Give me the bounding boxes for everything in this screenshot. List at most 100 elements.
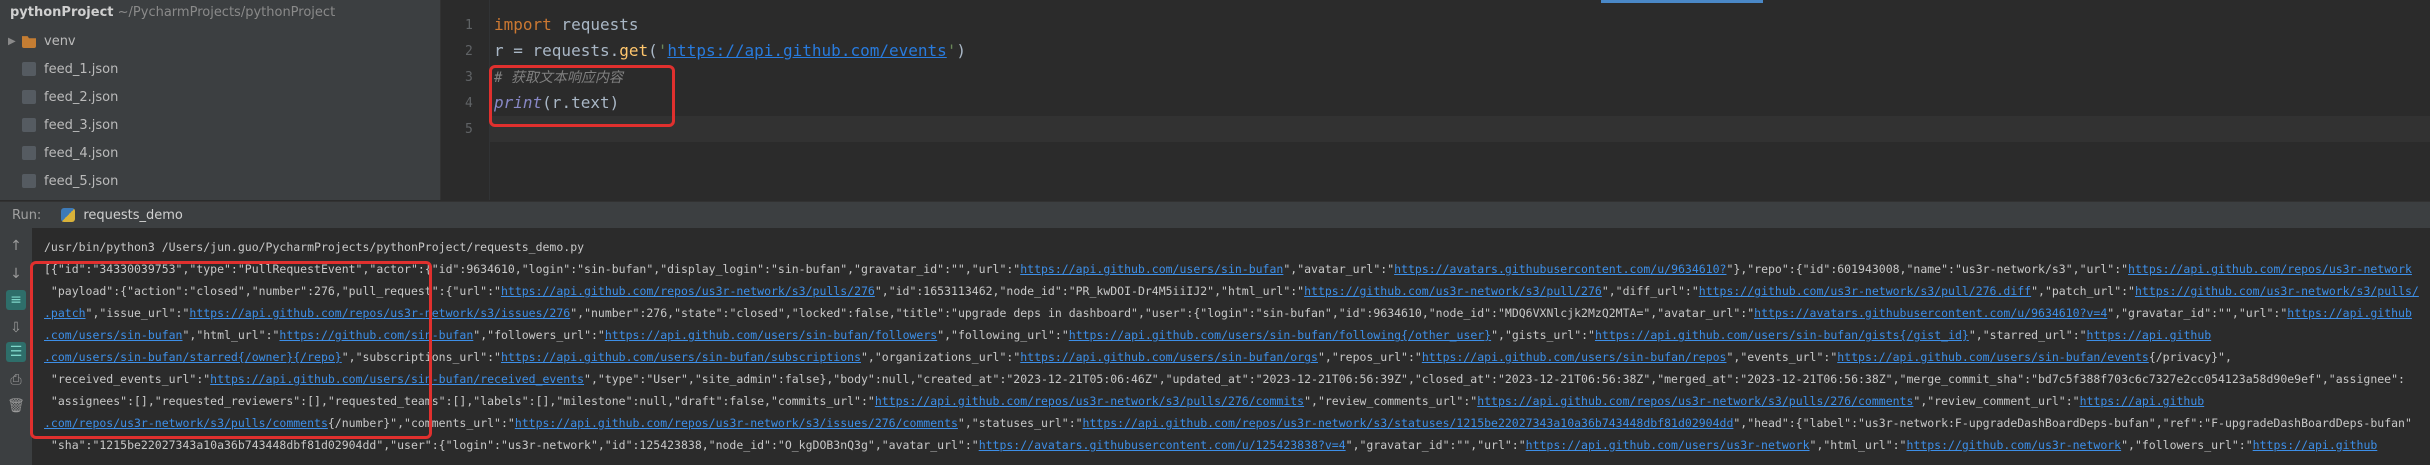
tree-item-label: feed_2.json	[44, 89, 119, 105]
console-text: ","head":{"label":"us3r-network:F-upgrad…	[1733, 416, 2412, 430]
top-area: pythonProject ~/PycharmProjects/pythonPr…	[0, 0, 2430, 200]
run-tab-requests-demo[interactable]: requests_demo	[61, 208, 183, 223]
console-text: ","gists_url":"	[1491, 328, 1595, 342]
console-link[interactable]: https://github.com/us3r-network/s3/pull/…	[1699, 284, 2031, 298]
tree-item-venv[interactable]: ▶ venv	[0, 27, 440, 55]
code-line-2[interactable]: r = requests.get( 'https://api.github.com…	[494, 38, 966, 64]
console-link[interactable]: https://api.github.com/repos/us3r-networ…	[875, 394, 1304, 408]
line-number: 2	[465, 44, 473, 59]
console-link[interactable]: https://api.github.com/repos/us3r-networ…	[1477, 394, 1913, 408]
console-link[interactable]: https://api.github	[2080, 394, 2205, 408]
console-text: ","followers_url":"	[2121, 438, 2253, 452]
console-text: "},"repo":{"id":601943008,"name":"us3r-n…	[1726, 262, 2129, 276]
code-text: r = requests.	[494, 41, 620, 60]
filter-icon[interactable]: ☰	[6, 342, 26, 362]
console-text: ","patch_url":"	[2031, 284, 2135, 298]
keyword: import	[494, 15, 552, 34]
console-link[interactable]: https://api.github.com/repos/us3r-networ…	[1083, 416, 1734, 430]
run-tool-window-bar: Run: requests_demo	[0, 201, 2430, 229]
scroll-to-end-icon[interactable]: ⇩	[6, 318, 26, 338]
console-link[interactable]: https://api.github	[2253, 438, 2378, 452]
console-link[interactable]: https://api.github.com/repos/us3r-networ…	[501, 284, 875, 298]
console-link[interactable]: https://api.github	[2287, 306, 2412, 320]
console-link[interactable]: https://api.github.com/users/sin-bufan/f…	[1069, 328, 1491, 342]
current-line-highlight	[490, 116, 2430, 142]
line-number: 1	[465, 18, 473, 33]
code-line-1[interactable]: import requests	[494, 12, 639, 38]
console-text: ","number":276,"state":"closed","locked"…	[570, 306, 1755, 320]
console-text: ","html_url":"	[1809, 438, 1907, 452]
tree-item-label: feed_1.json	[44, 61, 119, 77]
tree-item-feed-4[interactable]: feed_4.json	[0, 139, 440, 167]
console-link[interactable]: https://api.github.com/repos/us3r-networ…	[2128, 262, 2412, 276]
string-quote: '	[946, 41, 957, 60]
console-text: ","statuses_url":"	[957, 416, 1083, 430]
arrow-up-icon[interactable]: ↑	[6, 236, 26, 256]
console-command-line: /usr/bin/python3 /Users/jun.guo/PycharmP…	[44, 240, 585, 254]
json-file-icon	[22, 90, 36, 104]
console-text: ","starred_url":"	[1968, 328, 2087, 342]
console-link[interactable]: https://avatars.githubusercontent.com/u/…	[1754, 306, 2107, 320]
run-console[interactable]: ↑ ↓ ≡ ⇩ ☰ ⎙ 🗑 /usr/bin/python3 /Users/ju…	[0, 228, 2430, 465]
code-text: (	[648, 41, 658, 60]
console-text: ","organizations_url":"	[861, 350, 1021, 364]
function-name: get	[619, 41, 649, 60]
console-link[interactable]: https://api.github.com/repos/us3r-networ…	[515, 416, 958, 430]
console-link[interactable]: https://api.github.com/users/sin-bufan/e…	[1837, 350, 2149, 364]
console-link[interactable]: https://github.com/us3r-network	[1906, 438, 2121, 452]
tree-item-feed-1[interactable]: feed_1.json	[0, 55, 440, 83]
json-file-icon	[22, 62, 36, 76]
project-root-name: pythonProject	[10, 5, 114, 20]
project-root-path: ~/PycharmProjects/pythonProject	[117, 5, 336, 20]
console-link[interactable]: https://api.github.com/users/sin-bufan/o…	[1020, 350, 1318, 364]
console-text: ","type":"User","site_admin":false},"bod…	[584, 372, 2405, 386]
annotation-highlight-box	[30, 261, 432, 439]
console-text: ","review_comments_url":"	[1304, 394, 1478, 408]
tree-item-feed-5[interactable]: feed_5.json	[0, 167, 440, 195]
chevron-right-icon[interactable]: ▶	[8, 36, 18, 47]
line-number: 4	[465, 96, 473, 111]
code-editor[interactable]: 1 2 3 4 5 import requests r = requests.g…	[441, 0, 2430, 200]
console-link[interactable]: https://api.github.com/users/sin-bufan	[1020, 262, 1283, 276]
console-link[interactable]: https://api.github.com/users/sin-bufan/g…	[1595, 328, 1969, 342]
tree-item-label: feed_5.json	[44, 173, 119, 189]
run-label: Run:	[12, 207, 42, 223]
python-icon	[61, 208, 76, 222]
annotation-highlight-box	[489, 65, 675, 127]
console-text: {/privacy}",	[2148, 350, 2232, 364]
console-text: ","followers_url":"	[473, 328, 605, 342]
console-text: ","repos_url":"	[1317, 350, 1422, 364]
console-link[interactable]: https://api.github	[2087, 328, 2212, 342]
console-text: ","diff_url":"	[1601, 284, 1699, 298]
console-text: ","gravatar_id":"","url":"	[1345, 438, 1526, 452]
console-link[interactable]: https://github.com/us3r-network/s3/pulls…	[2135, 284, 2419, 298]
console-link[interactable]: https://api.github.com/users/sin-bufan/f…	[605, 328, 937, 342]
console-link[interactable]: https://github.com/us3r-network/s3/pull/…	[1304, 284, 1602, 298]
console-link[interactable]: https://avatars.githubusercontent.com/u/…	[979, 438, 1346, 452]
console-link[interactable]: https://avatars.githubusercontent.com/u/…	[1394, 262, 1726, 276]
soft-wrap-icon[interactable]: ≡	[6, 290, 26, 310]
tree-item-feed-3[interactable]: feed_3.json	[0, 111, 440, 139]
console-link[interactable]: https://api.github.com/users/sin-bufan/r…	[1422, 350, 1727, 364]
arrow-down-icon[interactable]: ↓	[6, 264, 26, 284]
tree-item-label: feed_4.json	[44, 145, 119, 161]
trash-icon[interactable]: 🗑	[6, 396, 26, 416]
console-text: ","avatar_url":"	[1283, 262, 1395, 276]
code-text: )	[956, 41, 967, 60]
line-number: 5	[465, 122, 473, 137]
console-text: ","review_comment_url":"	[1913, 394, 2080, 408]
tree-item-feed-2[interactable]: feed_2.json	[0, 83, 440, 111]
string-url[interactable]: https://api.github.com/events	[667, 41, 946, 60]
console-text: ","following_url":"	[937, 328, 1069, 342]
console-text: ","id":1653113462,"node_id":"PR_kwDOI-Dr…	[874, 284, 1305, 298]
print-icon[interactable]: ⎙	[6, 370, 26, 390]
console-link[interactable]: https://api.github.com/users/sin-bufan/s…	[501, 350, 861, 364]
line-number-gutter: 1 2 3 4 5	[441, 0, 489, 200]
project-root[interactable]: pythonProject ~/PycharmProjects/pythonPr…	[10, 5, 335, 20]
editor-tab-indicator	[1601, 0, 1763, 3]
json-file-icon	[22, 174, 36, 188]
console-text: ","gravatar_id":"","url":"	[2107, 306, 2288, 320]
console-text: ","events_url":"	[1726, 350, 1838, 364]
folder-icon	[22, 36, 36, 48]
console-link[interactable]: https://api.github.com/users/us3r-networ…	[1526, 438, 1810, 452]
